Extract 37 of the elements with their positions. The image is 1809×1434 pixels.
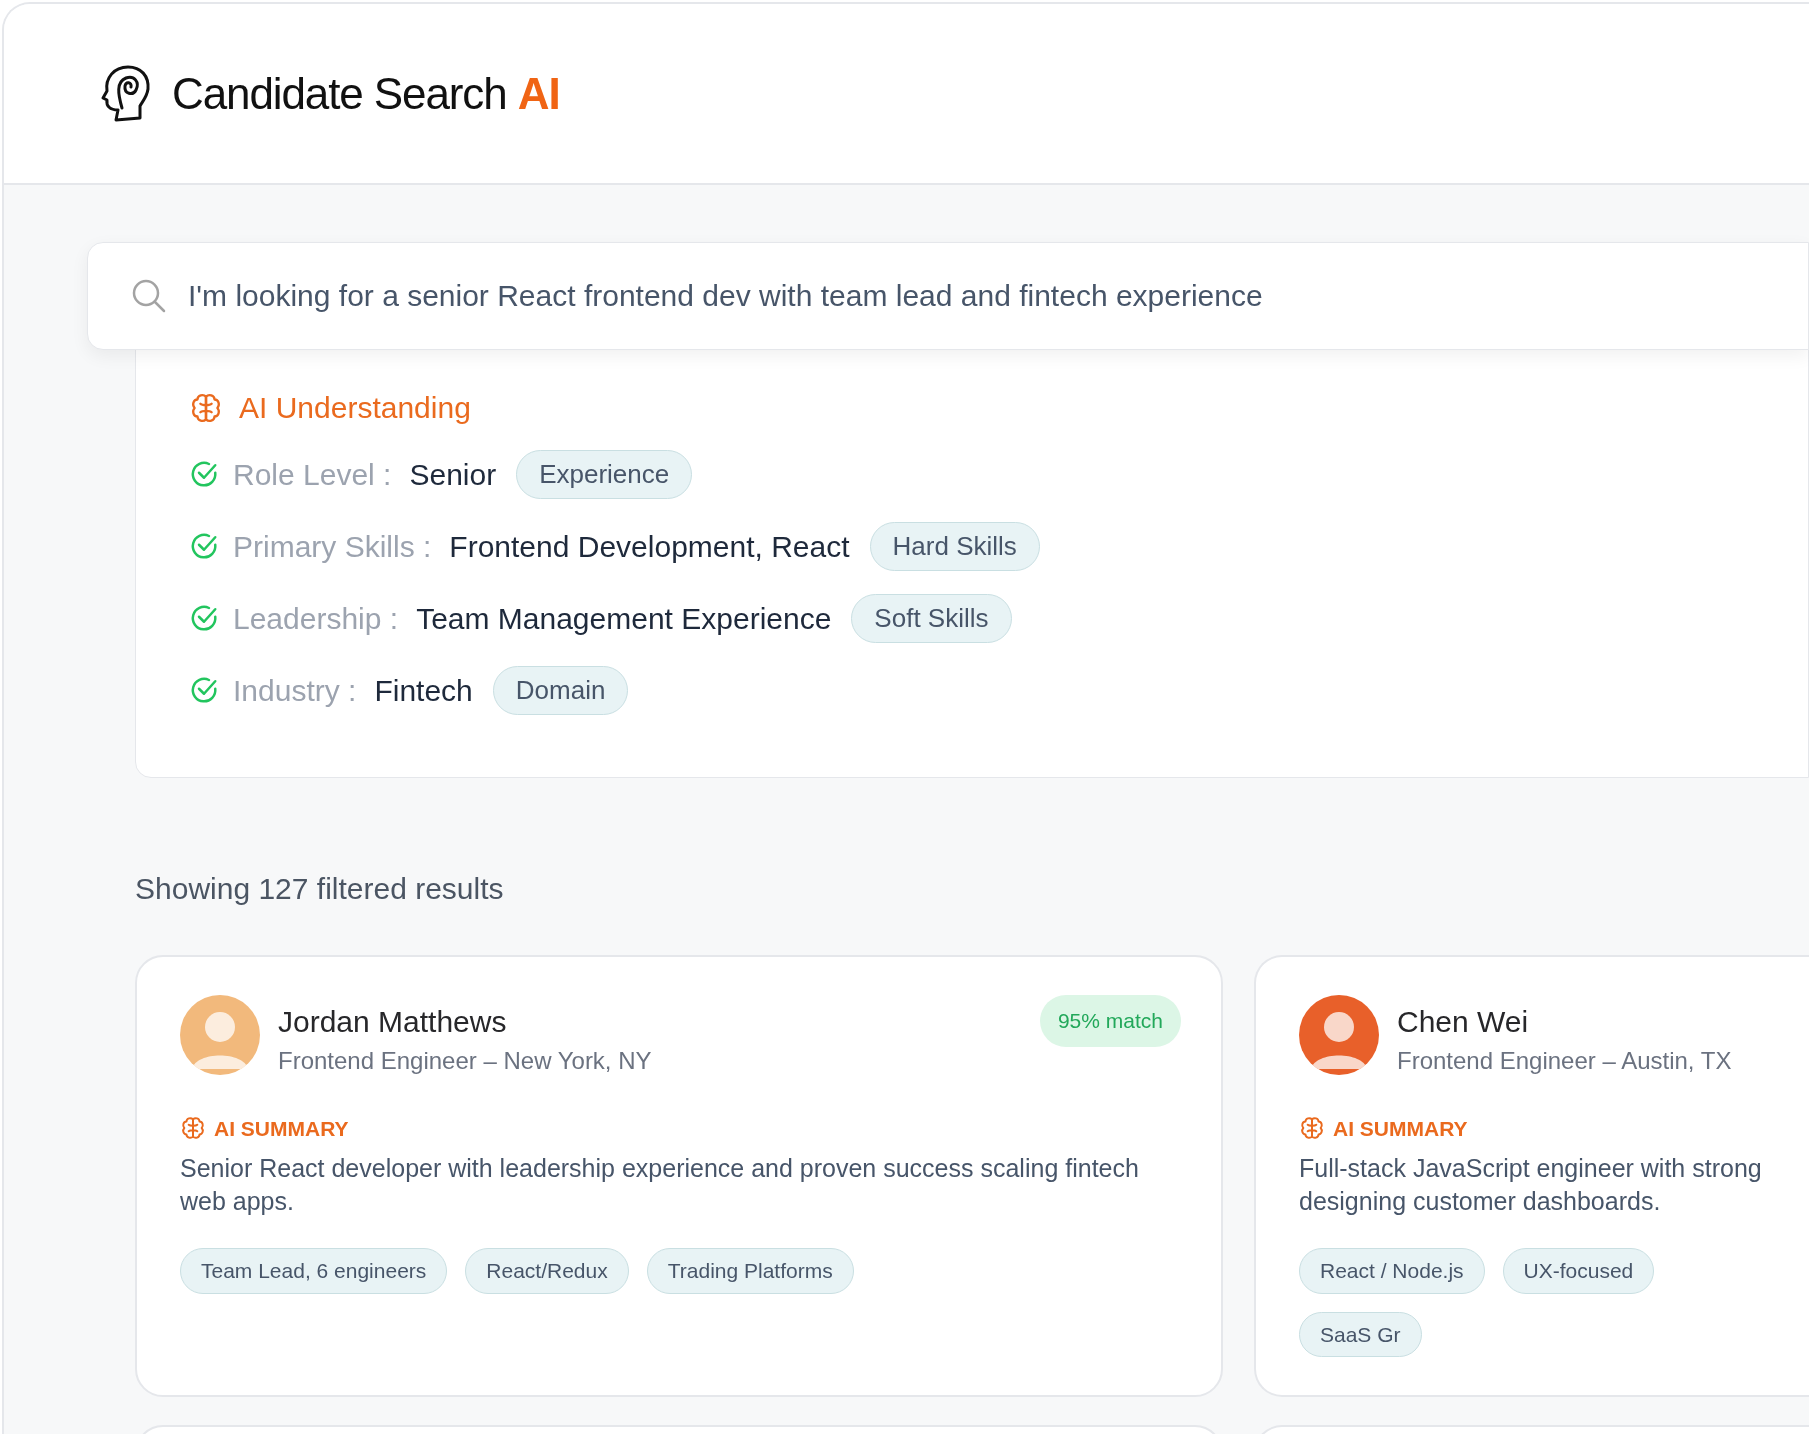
search-field[interactable]: I'm looking for a senior React frontend dev with team lead and fintech experience (87, 242, 1809, 350)
summary-label: AI SUMMARY (1333, 1115, 1468, 1142)
skill-tag: UX-focused (1502, 1248, 1655, 1294)
candidate-role: Frontend Engineer – New York, NY (278, 1045, 653, 1076)
summary-text: Senior React developer with leadership experience and proven success scaling fintech web apps. (180, 1153, 1140, 1217)
section-title: AI Understanding (239, 390, 471, 426)
skill-tag: React / Node.js (1299, 1248, 1485, 1294)
category-tag: Domain (492, 665, 629, 715)
candidate-card[interactable]: Chen Wei Frontend Engineer – Austin, TX AI SUMMARY Full-stack JavaScript engineer with strong designing customer dashboards. React / Node.js UX-focused SaaS Gr (1254, 955, 1809, 1397)
skill-tag: Team Lead, 6 engineers (180, 1248, 448, 1294)
brain-icon (1299, 1115, 1325, 1142)
category-tag: Hard Skills (869, 521, 1040, 571)
field-label: Leadership : (233, 600, 399, 637)
results-count: Showing 127 filtered results (135, 871, 504, 907)
skill-tag: SaaS Gr (1299, 1311, 1422, 1357)
field-value: Team Management Experience (416, 600, 832, 637)
search-icon (131, 278, 167, 314)
skill-tag: React/Redux (465, 1248, 629, 1294)
brain-icon (180, 1115, 206, 1142)
summary-label: AI SUMMARY (214, 1115, 349, 1142)
field-label: Role Level : (233, 456, 392, 493)
candidate-card[interactable] (135, 955, 1223, 1397)
head-profile-logo-icon (100, 63, 152, 124)
field-value: Senior (409, 456, 497, 493)
match-badge: 95% match (1039, 995, 1181, 1047)
field-label: Primary Skills : (233, 528, 432, 565)
candidate-name: Jordan Matthews (278, 1004, 508, 1040)
app-title: Candidate Search AI (172, 67, 560, 120)
field-value: Frontend Development, React (449, 528, 850, 565)
summary-text: Full-stack JavaScript engineer with strong designing customer dashboards. (1299, 1153, 1763, 1217)
skill-tag: Trading Platforms (646, 1248, 854, 1294)
candidate-role: Frontend Engineer – Austin, TX (1397, 1045, 1733, 1076)
candidate-name: Chen Wei (1397, 1004, 1530, 1040)
category-tag: Soft Skills (851, 593, 1012, 643)
field-value: Fintech (374, 672, 473, 709)
field-label: Industry : (233, 672, 357, 709)
category-tag: Experience (516, 449, 693, 499)
